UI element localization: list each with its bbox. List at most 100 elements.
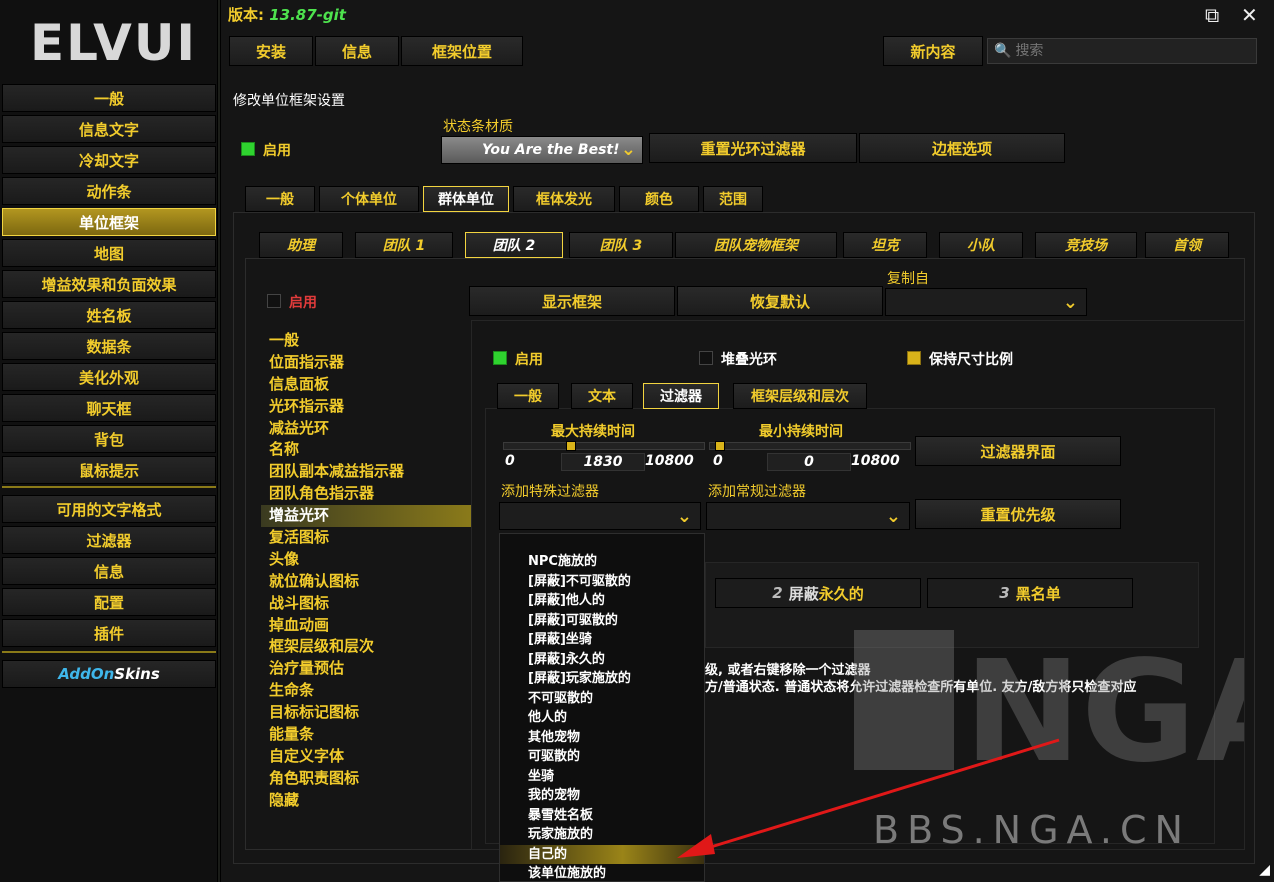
sub-list-item[interactable]: 一般 [261, 330, 471, 352]
main-tab[interactable]: 框体发光 [513, 186, 615, 212]
sub-list-item[interactable]: 团队角色指示器 [261, 483, 471, 505]
add-regular-filter-dropdown[interactable]: ⌄ [706, 502, 910, 530]
sub-list-item[interactable]: 信息面板 [261, 374, 471, 396]
group-tab[interactable]: 首领 [1145, 232, 1229, 258]
close-icon[interactable]: ✕ [1241, 3, 1258, 27]
sub-list-item[interactable]: 复活图标 [261, 527, 471, 549]
group-tab[interactable]: 小队 [939, 232, 1023, 258]
stack-auras-checkbox[interactable] [699, 351, 713, 365]
priority-item-3[interactable]: 3 黑名单 [927, 578, 1133, 608]
restore-defaults-button[interactable]: 恢复默认 [677, 286, 883, 316]
sub-list-item[interactable]: 团队副本减益指示器 [261, 461, 471, 483]
sub-list-item[interactable]: 头像 [261, 549, 471, 571]
group-tab[interactable]: 坦克 [843, 232, 927, 258]
filter-option[interactable]: [屏蔽]坐骑 [500, 630, 704, 650]
filter-option[interactable]: [屏蔽]永久的 [500, 650, 704, 670]
sidebar-item[interactable]: 可用的文字格式 [2, 495, 216, 523]
filter-option[interactable]: [屏蔽]玩家施放的 [500, 669, 704, 689]
buffs-enable-checkbox[interactable] [493, 351, 507, 365]
min-duration-slider[interactable] [709, 441, 911, 451]
group-tab[interactable]: 助理 [259, 232, 343, 258]
sub-list-item[interactable]: 生命条 [261, 680, 471, 702]
sub-list-item[interactable]: 光环指示器 [261, 396, 471, 418]
enable2-checkbox[interactable] [267, 294, 281, 308]
sub-list-item[interactable]: 掉血动画 [261, 615, 471, 637]
group-tab[interactable]: 团队 1 [355, 232, 453, 258]
main-tab[interactable]: 范围 [703, 186, 763, 212]
keep-size-ratio-checkbox[interactable] [907, 351, 921, 365]
sub-list-item[interactable]: 名称 [261, 439, 471, 461]
buffs-tab[interactable]: 过滤器 [643, 383, 719, 409]
reset-aura-filter-button[interactable]: 重置光环过滤器 [649, 133, 857, 163]
filter-option[interactable]: [屏蔽]可驱散的 [500, 611, 704, 631]
sidebar-item[interactable]: 背包 [2, 425, 216, 453]
statusbar-texture-dropdown[interactable]: You Are the Best! ⌄ [441, 136, 643, 164]
sidebar-item[interactable]: 增益效果和负面效果 [2, 270, 216, 298]
sidebar-item[interactable]: 数据条 [2, 332, 216, 360]
add-special-filter-dropdown[interactable]: ⌄ [499, 502, 701, 530]
sidebar-item[interactable]: 插件 [2, 619, 216, 647]
border-options-button[interactable]: 边框选项 [859, 133, 1065, 163]
main-tab[interactable]: 颜色 [619, 186, 699, 212]
buffs-tab[interactable]: 文本 [571, 383, 633, 409]
main-tab[interactable]: 个体单位 [319, 186, 419, 212]
sidebar-item[interactable]: 鼠标提示 [2, 456, 216, 484]
group-tab[interactable]: 团队 2 [465, 232, 563, 258]
sidebar-item[interactable]: 单位框架 [2, 208, 216, 236]
group-tab[interactable]: 团队 3 [569, 232, 673, 258]
sidebar-item[interactable]: 地图 [2, 239, 216, 267]
sidebar-item[interactable]: 配置 [2, 588, 216, 616]
filter-option[interactable]: NPC施放的 [500, 552, 704, 572]
group-tab[interactable]: 团队宠物框架 [675, 232, 837, 258]
tab-info[interactable]: 信息 [315, 36, 399, 66]
max-duration-input[interactable]: 1830 [561, 453, 645, 471]
sub-list-item[interactable]: 隐藏 [261, 790, 471, 812]
group-tab[interactable]: 竞技场 [1035, 232, 1137, 258]
sidebar-item[interactable]: 信息文字 [2, 115, 216, 143]
sidebar-item-addonskins[interactable]: AddOn Skins [2, 660, 216, 688]
sidebar-item[interactable]: 过滤器 [2, 526, 216, 554]
resize-handle-icon[interactable]: ◢ [1259, 862, 1270, 878]
main-tab[interactable]: 群体单位 [423, 186, 509, 212]
search-box[interactable]: 🔍 [987, 38, 1257, 64]
filter-option[interactable]: 他人的 [500, 708, 704, 728]
search-input[interactable] [1015, 43, 1246, 59]
sub-list-item[interactable]: 目标标记图标 [261, 702, 471, 724]
show-frames-button[interactable]: 显示框架 [469, 286, 675, 316]
tab-frame-position[interactable]: 框架位置 [401, 36, 523, 66]
sub-list-item[interactable]: 角色职责图标 [261, 768, 471, 790]
sub-list-item[interactable]: 就位确认图标 [261, 571, 471, 593]
max-duration-slider[interactable] [503, 441, 705, 451]
filter-ui-button[interactable]: 过滤器界面 [915, 436, 1121, 466]
min-duration-input[interactable]: 0 [767, 453, 851, 471]
enable-checkbox[interactable] [241, 142, 255, 156]
filter-option[interactable]: [屏蔽]不可驱散的 [500, 572, 704, 592]
sub-list-item[interactable]: 框架层级和层次 [261, 636, 471, 658]
buffs-tab[interactable]: 框架层级和层次 [733, 383, 867, 409]
new-content-button[interactable]: 新内容 [883, 36, 983, 66]
sidebar-item[interactable]: 姓名板 [2, 301, 216, 329]
sidebar-item[interactable]: 一般 [2, 84, 216, 112]
priority-item-2[interactable]: 2 屏蔽 永久的 [715, 578, 921, 608]
sub-list-item[interactable]: 位面指示器 [261, 352, 471, 374]
copy-from-dropdown[interactable]: ⌄ [885, 288, 1087, 316]
sub-list-item[interactable]: 减益光环 [261, 418, 471, 440]
buffs-tab[interactable]: 一般 [497, 383, 559, 409]
slider-thumb[interactable] [715, 441, 725, 451]
filter-option[interactable]: 不可驱散的 [500, 689, 704, 709]
sub-list-item[interactable]: 自定义字体 [261, 746, 471, 768]
sidebar-item[interactable]: 信息 [2, 557, 216, 585]
slider-thumb[interactable] [566, 441, 577, 451]
sub-list-item[interactable]: 能量条 [261, 724, 471, 746]
sidebar-item[interactable]: 聊天框 [2, 394, 216, 422]
sub-list-item[interactable]: 战斗图标 [261, 593, 471, 615]
sub-list-item[interactable]: 增益光环 [261, 505, 471, 528]
tab-install[interactable]: 安装 [229, 36, 313, 66]
main-tab[interactable]: 一般 [245, 186, 315, 212]
reset-priority-button[interactable]: 重置优先级 [915, 499, 1121, 529]
sidebar-item[interactable]: 冷却文字 [2, 146, 216, 174]
sidebar-item[interactable]: 美化外观 [2, 363, 216, 391]
maximize-icon[interactable]: ⧉ [1205, 3, 1219, 27]
sidebar-item[interactable]: 动作条 [2, 177, 216, 205]
sub-list-item[interactable]: 治疗量预估 [261, 658, 471, 680]
